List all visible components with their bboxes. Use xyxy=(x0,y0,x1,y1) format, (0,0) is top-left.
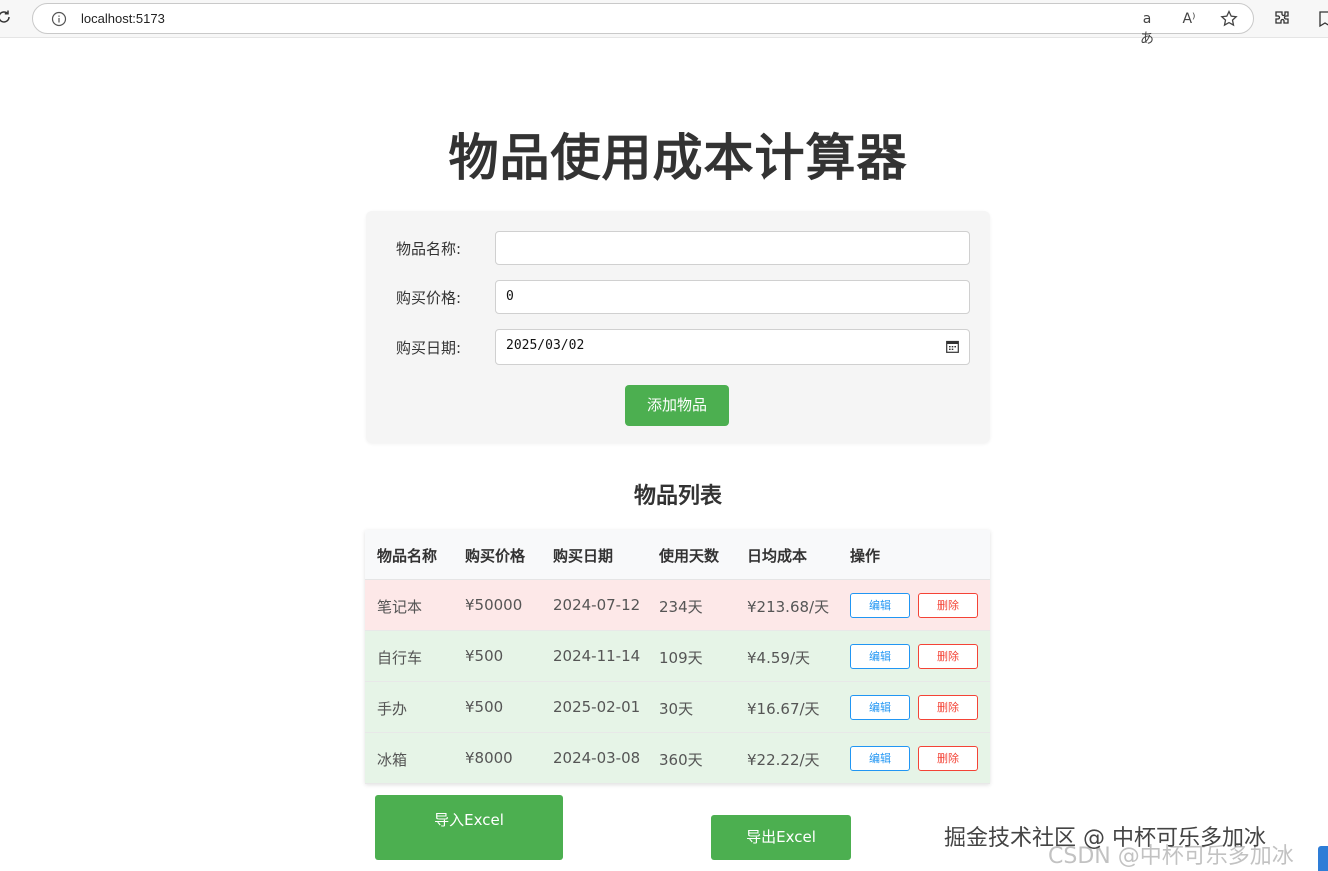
cell-date: 2024-03-08 xyxy=(553,749,641,767)
import-excel-button[interactable]: 导入Excel xyxy=(375,795,563,860)
cell-days: 30天 xyxy=(659,700,694,718)
column-header-name: 物品名称 xyxy=(377,547,438,565)
item-name-label: 物品名称: xyxy=(396,240,462,258)
cell-days: 109天 xyxy=(659,649,703,667)
delete-button[interactable]: 删除 xyxy=(918,593,978,618)
delete-button[interactable]: 删除 xyxy=(918,644,978,669)
cell-days: 234天 xyxy=(659,598,703,616)
cell-name: 自行车 xyxy=(377,649,423,667)
delete-button[interactable]: 删除 xyxy=(918,695,978,720)
cell-date: 2024-07-12 xyxy=(553,596,641,614)
list-title: 物品列表 xyxy=(633,484,722,509)
cell-date: 2025-02-01 xyxy=(553,698,641,716)
export-excel-button[interactable]: 导出Excel xyxy=(711,815,851,860)
cell-daily-cost: ¥213.68/天 xyxy=(747,598,830,616)
delete-button[interactable]: 删除 xyxy=(918,746,978,771)
item-name-input[interactable] xyxy=(495,231,970,265)
edit-button[interactable]: 编辑 xyxy=(850,644,910,669)
items-table: 物品名称 购买价格 购买日期 使用天数 日均成本 操作 笔记本 ¥50000 2… xyxy=(365,530,990,784)
cell-price: ¥8000 xyxy=(465,749,513,767)
cell-days: 360天 xyxy=(659,751,703,769)
price-input[interactable]: 0 xyxy=(495,280,970,314)
cell-name: 笔记本 xyxy=(377,598,423,616)
cell-name: 手办 xyxy=(377,700,408,718)
corner-badge xyxy=(1318,846,1328,871)
page-title: 物品使用成本计算器 xyxy=(448,129,908,187)
date-input[interactable]: 2025/03/02 xyxy=(495,329,970,365)
cell-daily-cost: ¥16.67/天 xyxy=(747,700,820,718)
read-aloud-icon[interactable]: A⁾ xyxy=(1179,9,1199,29)
price-label: 购买价格: xyxy=(396,289,462,307)
cell-date: 2024-11-14 xyxy=(553,647,641,665)
reload-icon[interactable] xyxy=(0,9,12,25)
edit-button[interactable]: 编辑 xyxy=(850,695,910,720)
column-header-days: 使用天数 xyxy=(659,547,720,565)
star-icon[interactable] xyxy=(1219,9,1239,29)
cell-price: ¥500 xyxy=(465,698,504,716)
edit-button[interactable]: 编辑 xyxy=(850,593,910,618)
edit-button[interactable]: 编辑 xyxy=(850,746,910,771)
table-row: 笔记本 ¥50000 2024-07-12 234天 ¥213.68/天 编辑 … xyxy=(365,580,990,631)
table-row: 冰箱 ¥8000 2024-03-08 360天 ¥22.22/天 编辑 删除 xyxy=(365,733,990,784)
table-header: 物品名称 购买价格 购买日期 使用天数 日均成本 操作 xyxy=(365,530,990,580)
column-header-price: 购买价格 xyxy=(465,547,526,565)
favorites-icon[interactable] xyxy=(1318,10,1328,28)
column-header-actions: 操作 xyxy=(850,547,881,565)
address-bar[interactable]: localhost:5173 aあ A⁾ xyxy=(32,3,1254,47)
add-item-form: 物品名称: 购买价格: 0 购买日期: 2025/03/02 添加物品 xyxy=(366,211,990,443)
cell-name: 冰箱 xyxy=(377,751,408,769)
juejin-watermark: 掘金技术社区 @ 中杯可乐多加冰 xyxy=(944,826,1266,851)
add-item-button[interactable]: 添加物品 xyxy=(625,385,729,426)
puzzle-icon[interactable] xyxy=(1272,9,1292,29)
column-header-daily-cost: 日均成本 xyxy=(747,547,808,565)
translate-icon[interactable]: aあ xyxy=(1137,9,1157,47)
table-row: 自行车 ¥500 2024-11-14 109天 ¥4.59/天 编辑 删除 xyxy=(365,631,990,682)
info-icon[interactable] xyxy=(51,11,67,27)
date-label: 购买日期: xyxy=(396,339,462,357)
browser-toolbar: localhost:5173 aあ A⁾ xyxy=(0,0,1328,47)
url-text[interactable]: localhost:5173 xyxy=(81,11,165,26)
date-value: 2025/03/02 xyxy=(506,338,585,353)
table-row: 手办 ¥500 2025-02-01 30天 ¥16.67/天 编辑 删除 xyxy=(365,682,990,733)
cell-price: ¥50000 xyxy=(465,596,523,614)
cell-daily-cost: ¥4.59/天 xyxy=(747,649,810,667)
calendar-icon[interactable] xyxy=(946,340,959,353)
cell-price: ¥500 xyxy=(465,647,504,665)
column-header-date: 购买日期 xyxy=(553,547,614,565)
cell-daily-cost: ¥22.22/天 xyxy=(747,751,820,769)
